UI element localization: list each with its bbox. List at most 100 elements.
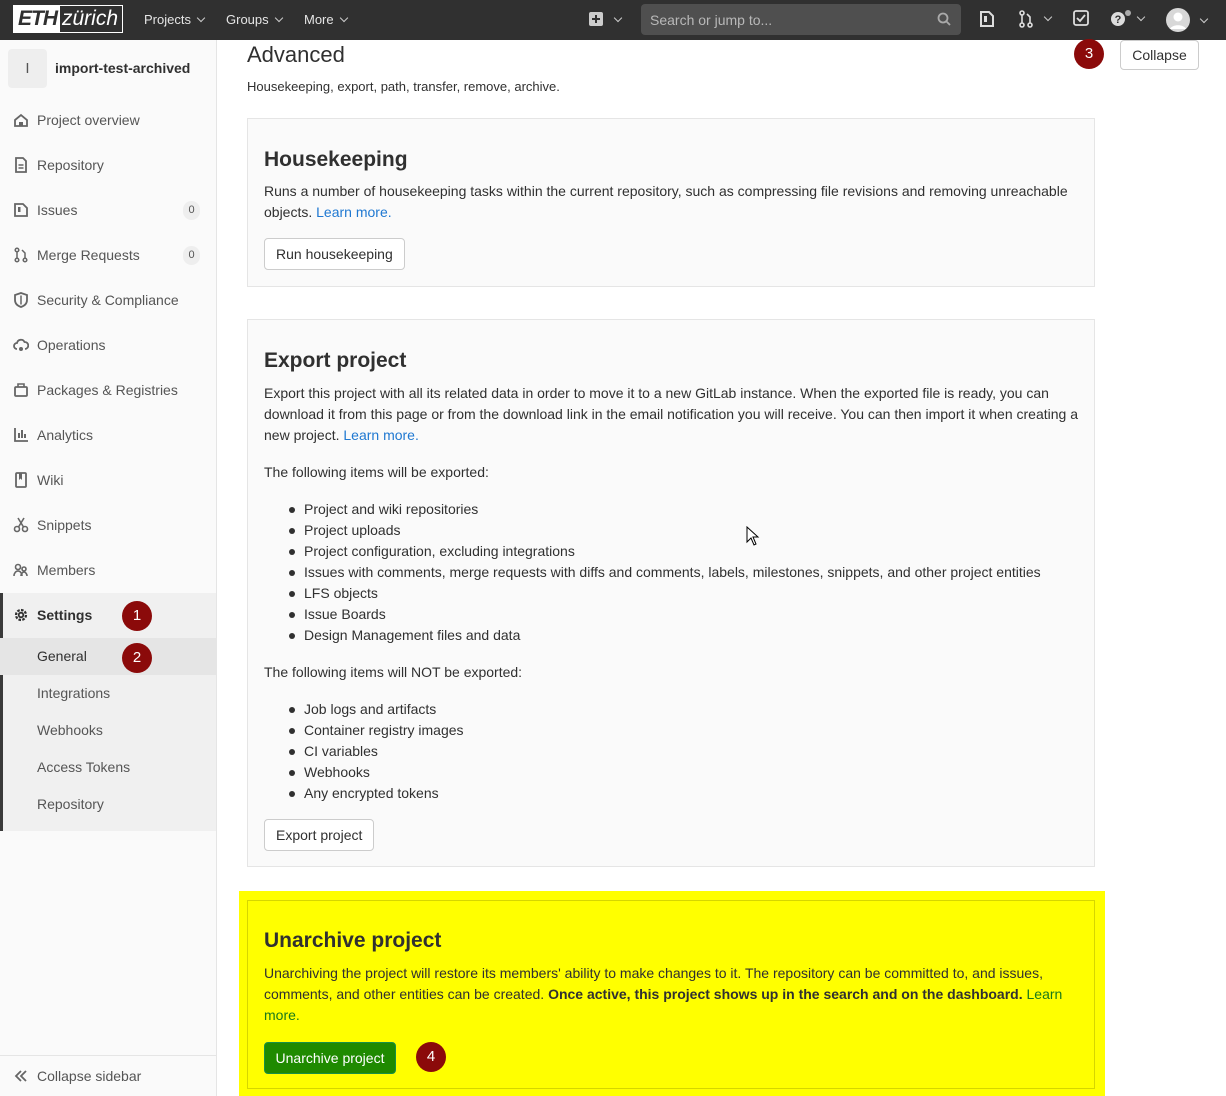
collapse-sidebar-button[interactable]: Collapse sidebar — [0, 1055, 216, 1096]
mouse-pointer-icon — [746, 526, 760, 546]
chevron-down-icon — [614, 13, 623, 23]
avatar — [1166, 8, 1190, 32]
git-merge-icon — [14, 247, 28, 263]
sidebar-item-label: Operations — [37, 337, 106, 353]
exported-items-list: Project and wiki repositories Project up… — [288, 499, 1041, 646]
projects-label: Projects — [144, 12, 191, 27]
users-icon — [13, 563, 28, 577]
chart-icon — [14, 428, 28, 442]
export-project-button[interactable]: Export project — [264, 819, 375, 851]
search-icon — [937, 12, 951, 26]
learn-more-link[interactable]: Learn more. — [343, 427, 418, 443]
sidebar-item-members[interactable]: Members — [0, 548, 216, 593]
groups-dropdown[interactable]: Groups — [226, 0, 283, 40]
run-housekeeping-button[interactable]: Run housekeeping — [264, 238, 405, 270]
top-navbar: ETH zürich Projects Groups More ? — [0, 0, 1226, 40]
cloud-gear-icon — [13, 338, 29, 351]
snippet-icon — [13, 517, 29, 533]
chevron-down-icon — [196, 13, 206, 23]
learn-more-link[interactable]: Learn more. — [316, 204, 391, 220]
export-description: Export this project with all its related… — [264, 383, 1079, 446]
sidebar-item-label: Wiki — [37, 472, 64, 488]
settings-section: Settings General Integrations Webhooks A… — [0, 593, 216, 831]
eth-zurich-logo[interactable]: ETH zürich — [13, 5, 124, 33]
project-header[interactable]: I import-test-archived — [8, 49, 208, 89]
sidebar-item-label: Repository — [37, 157, 104, 173]
sidebar-subitem-integrations[interactable]: Integrations — [0, 675, 216, 712]
not-exported-items-list: Job logs and artifacts Container registr… — [288, 699, 464, 804]
sidebar-item-label: Analytics — [37, 427, 94, 443]
sidebar-item-issues[interactable]: Issues 0 — [0, 188, 216, 233]
chevron-down-icon — [1137, 12, 1146, 22]
sidebar-item-label: Packages & Registries — [37, 382, 178, 398]
git-merge-icon — [1019, 10, 1033, 28]
unarchive-desc-bold: Once active, this project shows up in th… — [548, 986, 1023, 1002]
unarchive-description: Unarchiving the project will restore its… — [264, 963, 1079, 1026]
housekeeping-title: Housekeeping — [264, 148, 408, 171]
sidebar-item-operations[interactable]: Operations — [0, 323, 216, 368]
sidebar-subitem-access-tokens[interactable]: Access Tokens — [0, 749, 216, 786]
subitem-label: General — [37, 648, 87, 664]
subitem-label: Repository — [37, 796, 104, 812]
sidebar-item-snippets[interactable]: Snippets — [0, 503, 216, 548]
collapse-button[interactable]: Collapse — [1120, 40, 1199, 70]
sidebar-subitem-general[interactable]: General — [0, 638, 216, 675]
user-menu-dropdown[interactable] — [1166, 8, 1209, 37]
shield-icon — [14, 292, 28, 308]
issues-nav-button[interactable] — [979, 10, 995, 33]
logo-eth: ETH — [14, 6, 60, 32]
unarchive-project-title: Unarchive project — [264, 929, 442, 952]
sidebar-subitem-repository[interactable]: Repository — [0, 786, 216, 823]
project-sidebar: I import-test-archived Project overview … — [0, 40, 217, 1096]
todo-check-icon — [1073, 10, 1089, 26]
list-item: Webhooks — [288, 762, 464, 783]
subitem-label: Integrations — [37, 685, 111, 701]
section-subtitle-advanced: Housekeeping, export, path, transfer, re… — [247, 79, 560, 94]
search-box[interactable] — [641, 4, 961, 35]
sidebar-item-label: Merge Requests — [37, 247, 140, 263]
list-item: Issues with comments, merge requests wit… — [288, 562, 1041, 583]
sidebar-item-project-overview[interactable]: Project overview — [0, 98, 216, 143]
merge-requests-nav-button[interactable] — [1018, 10, 1053, 33]
todos-nav-button[interactable] — [1073, 10, 1089, 31]
help-dropdown[interactable]: ? — [1110, 10, 1146, 33]
list-item: CI variables — [288, 741, 464, 762]
sidebar-item-label: Snippets — [37, 517, 92, 533]
issues-icon — [980, 11, 994, 27]
groups-label: Groups — [226, 12, 269, 27]
list-item: Project and wiki repositories — [288, 499, 1041, 520]
sidebar-item-security-compliance[interactable]: Security & Compliance — [0, 278, 216, 323]
package-icon — [14, 383, 28, 397]
issues-count-badge: 0 — [183, 201, 200, 220]
home-icon — [14, 113, 28, 127]
sidebar-item-label: Project overview — [37, 112, 140, 128]
svg-text:?: ? — [1115, 14, 1122, 26]
sidebar-item-merge-requests[interactable]: Merge Requests 0 — [0, 233, 216, 278]
chevron-down-icon — [339, 13, 348, 23]
housekeeping-description: Runs a number of housekeeping tasks with… — [264, 181, 1079, 223]
list-item: Container registry images — [288, 720, 464, 741]
more-label: More — [304, 12, 334, 27]
sidebar-subitem-webhooks[interactable]: Webhooks — [0, 712, 216, 749]
doc-text-icon — [15, 157, 27, 173]
new-item-dropdown[interactable] — [588, 11, 623, 32]
collapse-sidebar-label: Collapse sidebar — [37, 1068, 142, 1084]
more-dropdown[interactable]: More — [304, 0, 348, 40]
sidebar-item-analytics[interactable]: Analytics — [0, 413, 216, 458]
section-title-advanced: Advanced — [247, 42, 345, 67]
projects-dropdown[interactable]: Projects — [144, 0, 206, 40]
help-icon: ? — [1111, 10, 1131, 26]
book-icon — [15, 472, 27, 488]
sidebar-item-label: Security & Compliance — [37, 292, 179, 308]
list-item: Project configuration, excluding integra… — [288, 541, 1041, 562]
sidebar-item-repository[interactable]: Repository — [0, 143, 216, 188]
list-item: Issue Boards — [288, 604, 1041, 625]
export-project-panel: Export project Export this project with … — [247, 319, 1095, 867]
unarchive-project-button[interactable]: Unarchive project — [264, 1042, 396, 1074]
export-project-title: Export project — [264, 349, 407, 372]
sidebar-item-settings[interactable]: Settings — [0, 593, 216, 638]
sidebar-item-wiki[interactable]: Wiki — [0, 458, 216, 503]
search-input[interactable] — [641, 4, 931, 35]
sidebar-item-packages-registries[interactable]: Packages & Registries — [0, 368, 216, 413]
step-badge: 2 — [122, 643, 152, 673]
